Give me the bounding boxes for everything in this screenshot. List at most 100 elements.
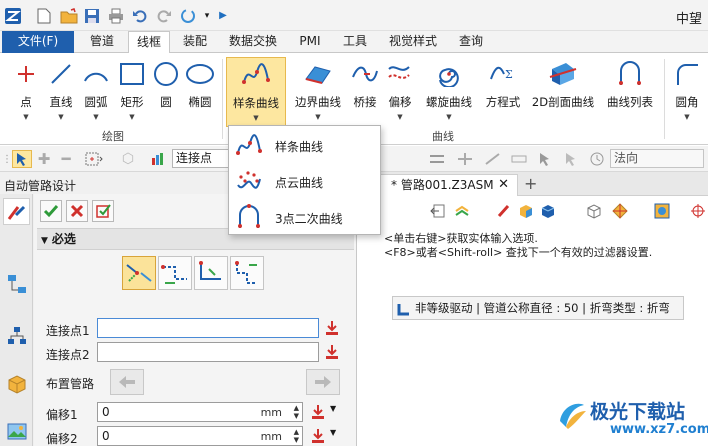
offset-2-input[interactable]: 0 mm ▲ ▼: [97, 426, 303, 446]
bar-chart-icon[interactable]: [150, 150, 166, 168]
tab-query[interactable]: 查询: [450, 31, 492, 53]
rectangle-button[interactable]: 矩形 ▼: [114, 57, 150, 127]
snap-icon[interactable]: [428, 150, 446, 168]
render-mode-icon[interactable]: [654, 203, 672, 219]
fillet-button[interactable]: 圆角 ▼: [668, 57, 706, 127]
exit-icon[interactable]: [430, 203, 448, 219]
direction-select[interactable]: 法向: [610, 149, 704, 168]
offset-2-label: 偏移2: [46, 432, 78, 446]
bridge-button[interactable]: 桥接: [348, 57, 382, 127]
bridge-curve-icon: [350, 61, 380, 87]
play-icon[interactable]: ▶: [218, 6, 228, 25]
equation-button[interactable]: Σ 方程式: [480, 57, 526, 127]
clock-icon[interactable]: [588, 150, 606, 168]
collapse-triangle-icon: ▼: [41, 236, 48, 246]
fillet-icon: [672, 61, 702, 87]
watermark: 极光下载站 www.xz7.com: [556, 395, 708, 443]
circle-button[interactable]: 圆: [150, 57, 182, 127]
ellipse-button[interactable]: 椭圆: [182, 57, 218, 127]
undo-icon[interactable]: [132, 6, 148, 25]
pick-icon[interactable]: [562, 150, 580, 168]
add-tab-icon[interactable]: +: [524, 174, 537, 193]
confirm-button[interactable]: [40, 200, 62, 222]
offset-1-input[interactable]: 0 mm ▲ ▼: [97, 402, 303, 422]
redo-icon[interactable]: [156, 6, 172, 25]
2d-section-curve-button[interactable]: 2D剖面曲线: [528, 57, 598, 127]
tab-file[interactable]: 文件(F): [2, 31, 74, 53]
cancel-button[interactable]: [66, 200, 88, 222]
tree-hierarchy-icon[interactable]: [3, 270, 30, 297]
image-view-icon[interactable]: [3, 418, 30, 445]
save-icon[interactable]: [84, 6, 100, 25]
next-route-button[interactable]: [306, 369, 340, 395]
crosshair-icon[interactable]: [690, 203, 708, 219]
print-icon[interactable]: [108, 6, 124, 25]
select-arrow-icon[interactable]: [12, 150, 32, 168]
spin-arrows-icon[interactable]: ▲ ▼: [294, 428, 299, 444]
connection-point-1-input[interactable]: [97, 318, 319, 338]
route-option-3[interactable]: [194, 256, 228, 290]
connection-point-2-label: 连接点2: [46, 348, 90, 362]
curve-list-icon: [615, 61, 645, 87]
previous-route-button[interactable]: [110, 369, 144, 395]
tab-visual-style[interactable]: 视觉样式: [380, 31, 446, 53]
tab-data-exchange[interactable]: 数据交换: [220, 31, 286, 53]
boundary-curve-button[interactable]: 边界曲线 ▼: [288, 57, 348, 127]
shaded-cube-icon[interactable]: [518, 203, 536, 219]
route-option-2[interactable]: [158, 256, 192, 290]
add-filter-icon[interactable]: ✚: [36, 150, 52, 168]
chevron-down-icon[interactable]: ▼: [330, 404, 336, 413]
pick-point-icon[interactable]: [324, 320, 340, 336]
document-tab[interactable]: * 管路001.Z3ASM ✕: [380, 174, 518, 196]
route-option-1[interactable]: [122, 256, 156, 290]
point-button[interactable]: 点 ▼: [8, 57, 44, 127]
tab-pipe[interactable]: 管道: [80, 31, 124, 53]
view-orient-icon[interactable]: [612, 203, 630, 219]
part-box-icon[interactable]: [3, 370, 30, 397]
arc-button[interactable]: 圆弧 ▼: [78, 57, 114, 127]
offset-button[interactable]: 偏移 ▼: [382, 57, 418, 127]
pipe-routing-icon[interactable]: [3, 198, 30, 225]
line-button[interactable]: 直线 ▼: [44, 57, 78, 127]
layers-icon[interactable]: [454, 203, 472, 219]
chevron-down-icon[interactable]: ▼: [330, 428, 336, 437]
curve-list-button[interactable]: 曲线列表: [600, 57, 660, 127]
wire-cube-icon[interactable]: [586, 203, 604, 219]
menu-item-spline-curve[interactable]: 样条曲线: [229, 128, 380, 163]
helix-curve-button[interactable]: 螺旋曲线 ▼: [420, 57, 478, 127]
helix-curve-icon: [434, 61, 464, 89]
panel-title: 自动管路设计: [4, 179, 77, 193]
open-folder-icon[interactable]: [60, 6, 78, 25]
brush-icon[interactable]: [496, 203, 514, 219]
remove-filter-icon[interactable]: ━: [58, 150, 74, 168]
tab-wireframe[interactable]: 线框: [128, 31, 170, 54]
chevron-down-icon: ▼: [446, 113, 452, 121]
tab-assembly[interactable]: 装配: [174, 31, 216, 53]
quick-access-dropdown-icon[interactable]: ▾: [202, 6, 212, 25]
solid-cube-icon[interactable]: [540, 203, 558, 219]
menu-item-point-cloud-curve[interactable]: 点云曲线: [229, 164, 380, 199]
pick-distance-icon[interactable]: [310, 428, 326, 444]
spin-arrows-icon[interactable]: ▲ ▼: [294, 404, 299, 420]
pick-distance-icon[interactable]: [310, 404, 326, 420]
menu-item-three-point-conic-curve[interactable]: 3点二次曲线: [229, 200, 380, 235]
new-file-icon[interactable]: [36, 6, 52, 25]
measure-icon[interactable]: [484, 150, 502, 168]
pick-point-icon[interactable]: [324, 344, 340, 360]
apply-button[interactable]: [92, 200, 114, 222]
tab-pmi[interactable]: PMI: [290, 31, 330, 53]
ruler-icon[interactable]: [510, 150, 528, 168]
box-select-icon[interactable]: [82, 150, 106, 168]
cursor-icon[interactable]: [536, 150, 554, 168]
route-option-4[interactable]: [230, 256, 264, 290]
hexagon-icon[interactable]: ⬡: [120, 150, 136, 168]
connection-point-2-input[interactable]: [97, 342, 319, 362]
grid-snap-icon[interactable]: [456, 150, 474, 168]
spline-curve-button[interactable]: 样条曲线 ▼: [226, 57, 286, 127]
watermark-name: 极光下载站: [590, 401, 686, 423]
refresh-icon[interactable]: [180, 6, 196, 25]
side-toolstrip: [0, 194, 33, 446]
tab-tools[interactable]: 工具: [334, 31, 376, 53]
structure-tree-icon[interactable]: [3, 322, 30, 349]
close-icon[interactable]: ✕: [498, 175, 509, 195]
